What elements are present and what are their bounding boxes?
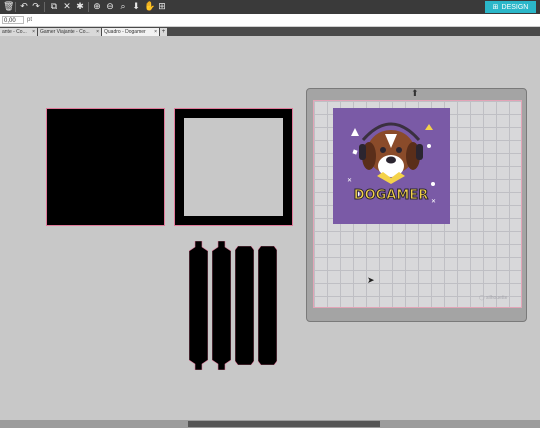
- zoom-out-icon[interactable]: ⊖: [105, 2, 115, 12]
- options-bar: 0,00 pt: [0, 14, 540, 27]
- toolbar-divider: [15, 2, 16, 12]
- design-label: DESIGN: [501, 4, 529, 11]
- tab-close-icon[interactable]: ×: [32, 28, 35, 36]
- svg-text:✕: ✕: [431, 198, 436, 205]
- tab-document-2[interactable]: Gamer Viajante - Co... ×: [38, 28, 101, 36]
- document-tabbar: ante - Co... × Gamer Viajante - Co... × Qu…: [0, 27, 540, 36]
- dogamer-artwork[interactable]: ✕ ✕ DOGAMER: [333, 108, 450, 224]
- design-button[interactable]: ⊞ DESIGN: [485, 1, 536, 13]
- square-frame-shape[interactable]: [174, 108, 293, 226]
- horizontal-scrollbar[interactable]: [0, 420, 540, 428]
- scrollbar-thumb[interactable]: [188, 421, 380, 427]
- artwork-title: DOGAMER: [354, 188, 428, 203]
- tab-label: Gamer Viajante - Co...: [40, 29, 90, 35]
- toolbar-divider: [44, 2, 45, 12]
- grid-icon: ⊞: [492, 3, 499, 11]
- unit-label: pt: [27, 17, 33, 23]
- strip-shape[interactable]: [212, 241, 231, 370]
- strip-shape[interactable]: [189, 241, 208, 370]
- dog-illustration: ✕ ✕ DOGAMER: [347, 122, 436, 205]
- redo-icon[interactable]: ↷: [31, 2, 41, 12]
- strip-shape[interactable]: [258, 246, 277, 365]
- svg-text:✕: ✕: [347, 177, 352, 184]
- pan-icon[interactable]: ✋: [144, 2, 155, 12]
- tab-document-1[interactable]: ante - Co... ×: [0, 28, 37, 36]
- mat-logo-text: silhouette: [486, 295, 508, 301]
- zoom-fit-icon[interactable]: ⌕: [118, 2, 128, 12]
- tab-close-icon[interactable]: ×: [154, 28, 157, 36]
- cutting-mat: ⬆ ✕ ✕ DOGAMER ◯ silhouette: [306, 88, 527, 322]
- new-tab-button[interactable]: +: [160, 28, 167, 36]
- solid-square-shape[interactable]: [46, 108, 165, 226]
- tab-label: ante - Co...: [2, 29, 27, 35]
- feed-arrow-icon: ⬆: [411, 89, 419, 99]
- trash-icon[interactable]: 🗑: [3, 2, 14, 12]
- mat-grid[interactable]: ✕ ✕ DOGAMER ◯ silhouette: [313, 100, 522, 308]
- tab-label: Quadro - Dogamer: [104, 29, 146, 35]
- silhouette-logo: ◯ silhouette: [479, 295, 508, 301]
- main-toolbar: 🗑 ↶ ↷ ⧉ ✕ ✱ ⊕ ⊖ ⌕ ⬇ ✋ ⊞ ⊞ DESIGN: [0, 0, 540, 14]
- line-width-field[interactable]: 0,00: [2, 16, 24, 24]
- tab-quadro-dogamer[interactable]: Quadro - Dogamer ×: [102, 28, 159, 36]
- group-icon[interactable]: ⧉: [49, 2, 59, 12]
- move-down-icon[interactable]: ⬇: [131, 2, 141, 12]
- undo-icon[interactable]: ↶: [19, 2, 29, 12]
- mouse-cursor-icon: ➤: [367, 276, 375, 286]
- strip-shape[interactable]: [235, 246, 254, 365]
- ungroup-icon[interactable]: ✕: [62, 2, 72, 12]
- tab-close-icon[interactable]: ×: [96, 28, 99, 36]
- page-view-icon[interactable]: ⊞: [157, 2, 167, 12]
- toolbar-divider: [88, 2, 89, 12]
- weld-icon[interactable]: ✱: [75, 2, 85, 12]
- zoom-in-icon[interactable]: ⊕: [92, 2, 102, 12]
